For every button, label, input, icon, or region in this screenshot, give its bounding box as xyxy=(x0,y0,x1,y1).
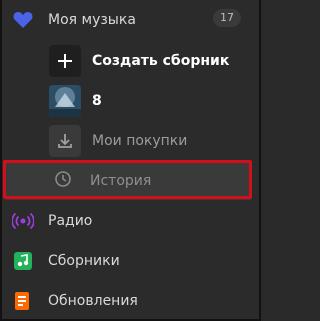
updates-icon xyxy=(12,290,34,312)
frame-right-border xyxy=(259,0,261,321)
sidebar-item-label: Радио xyxy=(48,213,93,229)
download-icon xyxy=(58,134,72,148)
collections-icon xyxy=(12,250,34,272)
plus-icon xyxy=(58,54,72,68)
album-cover xyxy=(49,85,81,117)
sidebar-subitem-label: Мои покупки xyxy=(92,133,188,149)
count-badge: 17 xyxy=(213,9,241,27)
sidebar-panel: Моя музыка 17 Создать сборник 8 Мои поку… xyxy=(0,0,261,321)
sidebar-subitem-create-collection[interactable]: Создать сборник xyxy=(2,41,259,81)
sidebar-subitem-label: 8 xyxy=(92,93,102,109)
heart-icon xyxy=(12,9,34,31)
sidebar-item-label: Сборники xyxy=(48,253,120,269)
sidebar-subitem-playlist[interactable]: 8 xyxy=(2,81,259,121)
plus-icon-box xyxy=(49,45,81,77)
sidebar-item-label: Обновления xyxy=(48,293,138,309)
sidebar-item-updates[interactable]: Обновления xyxy=(2,281,259,321)
sidebar-subitem-label: Создать сборник xyxy=(92,53,230,69)
download-icon-box xyxy=(49,125,81,157)
sidebar-subitem-purchases[interactable]: Мои покупки xyxy=(2,121,259,161)
sidebar-item-my-music[interactable]: Моя музыка 17 xyxy=(2,0,259,40)
sidebar-item-label: Моя музыка xyxy=(48,12,136,28)
highlight-frame xyxy=(3,160,252,199)
album-cover-art xyxy=(49,85,81,117)
sidebar-item-radio[interactable]: Радио xyxy=(2,201,259,241)
sidebar-item-collections[interactable]: Сборники xyxy=(2,241,259,281)
radio-icon xyxy=(12,210,34,232)
